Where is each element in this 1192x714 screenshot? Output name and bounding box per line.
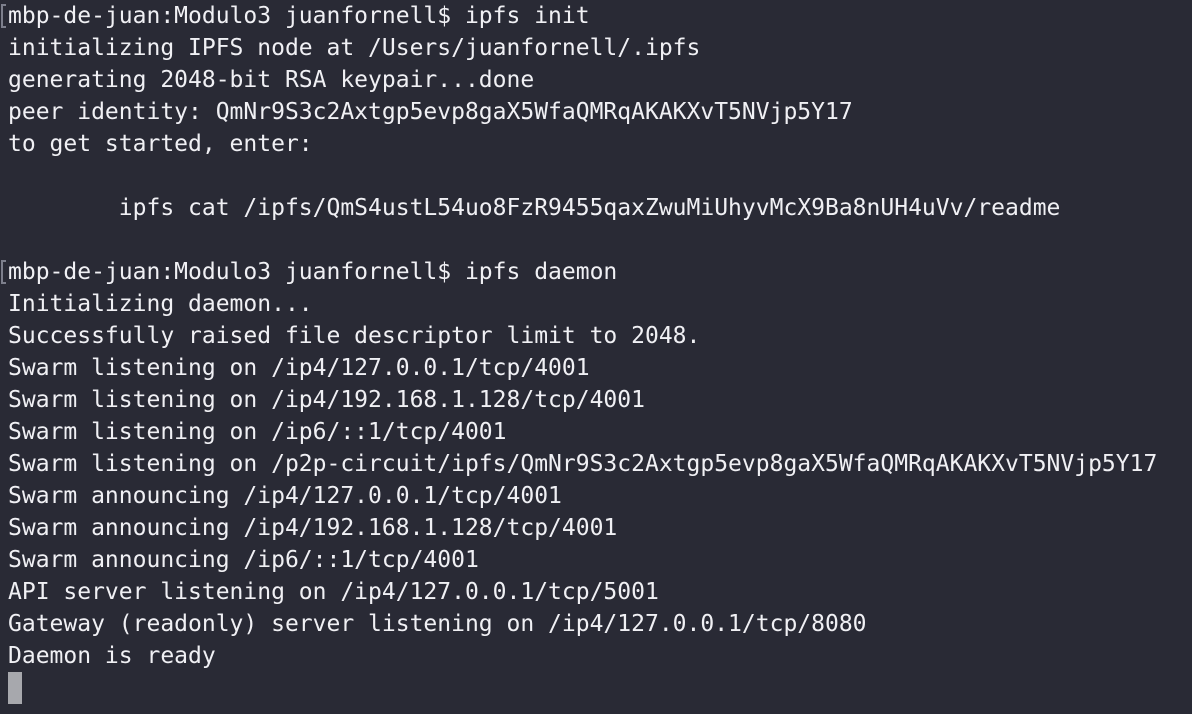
terminal-window[interactable]: mbp-de-juan:Modulo3 juanfornell$ ipfs in… bbox=[0, 0, 1192, 714]
output-line: Successfully raised file descriptor limi… bbox=[8, 323, 701, 349]
terminal-cursor[interactable] bbox=[8, 672, 22, 704]
output-line: Swarm listening on /ip4/127.0.0.1/tcp/40… bbox=[8, 355, 590, 381]
output-line: Swarm listening on /p2p-circuit/ipfs/QmN… bbox=[8, 451, 1158, 477]
output-line: Swarm listening on /ip6/::1/tcp/4001 bbox=[8, 419, 507, 445]
prompt-line-ipfs-init: mbp-de-juan:Modulo3 juanfornell$ ipfs in… bbox=[1, 0, 1192, 32]
output-line: Swarm announcing /ip4/192.168.1.128/tcp/… bbox=[8, 515, 618, 541]
output-line: Daemon is ready bbox=[8, 643, 216, 669]
output-line: Swarm announcing /ip4/127.0.0.1/tcp/4001 bbox=[8, 483, 562, 509]
output-line: Swarm listening on /ip4/192.168.1.128/tc… bbox=[8, 387, 645, 413]
output-line: ipfs cat /ipfs/QmS4ustL54uo8FzR9455qaxZw… bbox=[8, 195, 1061, 221]
output-line: initializing IPFS node at /Users/juanfor… bbox=[8, 35, 701, 61]
output-line: to get started, enter: bbox=[8, 131, 313, 157]
output-line: Swarm announcing /ip6/::1/tcp/4001 bbox=[8, 547, 479, 573]
prompt-mark-icon bbox=[1, 4, 6, 28]
prompt-line-ipfs-daemon: mbp-de-juan:Modulo3 juanfornell$ ipfs da… bbox=[1, 256, 1192, 288]
output-line: generating 2048-bit RSA keypair...done bbox=[8, 67, 535, 93]
output-line: Initializing daemon... bbox=[8, 291, 313, 317]
output-line: Gateway (readonly) server listening on /… bbox=[8, 611, 867, 637]
output-line: peer identity: QmNr9S3c2Axtgp5evp8gaX5Wf… bbox=[8, 99, 853, 125]
command-text: mbp-de-juan:Modulo3 juanfornell$ ipfs da… bbox=[8, 259, 618, 285]
command-text: mbp-de-juan:Modulo3 juanfornell$ ipfs in… bbox=[8, 3, 590, 29]
prompt-mark-icon bbox=[1, 260, 6, 284]
output-line: API server listening on /ip4/127.0.0.1/t… bbox=[8, 579, 659, 605]
